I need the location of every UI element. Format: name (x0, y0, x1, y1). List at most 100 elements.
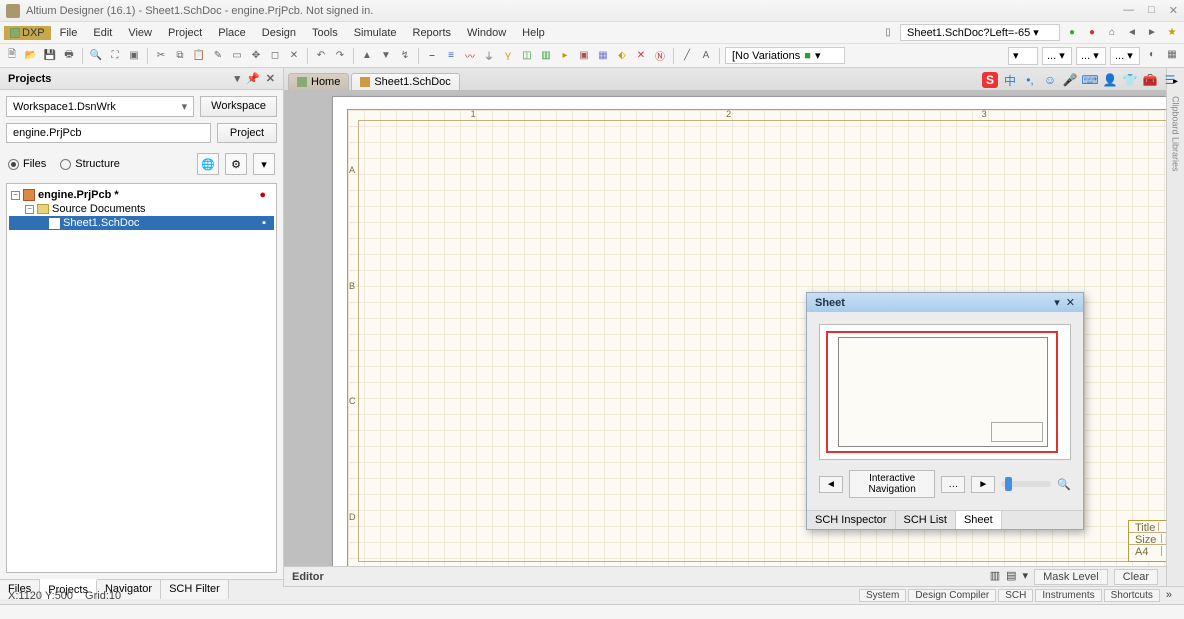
project-tree[interactable]: − engine.PrjPcb * ● − Source Documents S… (6, 183, 277, 573)
nav-options-button[interactable]: … (941, 476, 965, 493)
nav-stop-icon[interactable]: ● (1084, 25, 1100, 41)
nav-refresh-icon[interactable]: ● (1064, 25, 1080, 41)
nav-fwd-icon[interactable]: ► (1144, 25, 1160, 41)
tab-sheet1[interactable]: Sheet1.SchDoc (351, 73, 459, 90)
ime-keyboard-icon[interactable]: ⌨ (1082, 72, 1098, 88)
deselect-icon[interactable]: ◻ (267, 48, 283, 64)
cross-probe-icon[interactable]: ↯ (397, 48, 413, 64)
minimize-button[interactable]: — (1123, 4, 1134, 17)
hierarchy-up-icon[interactable]: ▲ (359, 48, 375, 64)
workspace-combo[interactable]: Workspace1.DsnWrk▾ (6, 96, 194, 117)
ime-settings-icon[interactable]: ☰ (1162, 72, 1178, 88)
move-icon[interactable]: ✥ (248, 48, 264, 64)
draw-text-icon[interactable]: A (698, 48, 714, 64)
place-noerc-icon[interactable]: ✕ (633, 48, 649, 64)
menu-place[interactable]: Place (211, 25, 253, 41)
cut-icon[interactable]: ✂ (153, 48, 169, 64)
float-dropdown-icon[interactable]: ▾ (1054, 296, 1060, 309)
interactive-nav-button[interactable]: Interactive Navigation (849, 470, 935, 498)
ime-logo-icon[interactable]: S (982, 72, 998, 88)
ime-toolbar[interactable]: S 中 •, ☺ 🎤 ⌨ 👤 👕 🧰 ☰ (982, 72, 1178, 88)
status-sch[interactable]: SCH (998, 589, 1033, 602)
status-system[interactable]: System (859, 589, 906, 602)
menu-help[interactable]: Help (515, 25, 552, 41)
place-port-icon[interactable]: ⬖ (614, 48, 630, 64)
sheet-preview[interactable] (819, 324, 1071, 460)
filter-combo-4[interactable]: ... ▾ (1110, 47, 1140, 65)
zoom-slider[interactable] (1001, 481, 1051, 487)
place-power-icon[interactable]: Ｙ (500, 48, 516, 64)
split-h-icon[interactable]: ▥ (990, 569, 1000, 585)
ime-punct-icon[interactable]: •, (1022, 72, 1038, 88)
tab-sch-list[interactable]: SCH List (896, 511, 956, 529)
tab-sheet[interactable]: Sheet (956, 511, 1002, 529)
close-button[interactable]: ✕ (1169, 4, 1178, 17)
menu-window[interactable]: Window (460, 25, 513, 41)
ime-lang-icon[interactable]: 中 (1002, 72, 1018, 88)
project-button[interactable]: Project (217, 123, 277, 143)
open-icon[interactable]: 📂 (23, 48, 39, 64)
collapse-icon[interactable]: − (25, 205, 34, 214)
tab-home[interactable]: Home (288, 73, 349, 90)
copy-icon[interactable]: ⧉ (172, 48, 188, 64)
menu-edit[interactable]: Edit (86, 25, 119, 41)
place-netlabel-icon[interactable]: Ⓝ (652, 48, 668, 64)
ime-account-icon[interactable]: 👤 (1102, 72, 1118, 88)
menu-reports[interactable]: Reports (406, 25, 459, 41)
status-design-compiler[interactable]: Design Compiler (908, 589, 996, 602)
nav-next-button[interactable]: ► (971, 476, 995, 493)
nav-back-icon[interactable]: ◄ (1124, 25, 1140, 41)
tree-project-root[interactable]: − engine.PrjPcb * ● (9, 188, 274, 202)
menu-design[interactable]: Design (255, 25, 303, 41)
filter-combo-1[interactable]: ▾ (1008, 47, 1038, 65)
nav-home-icon[interactable]: ⌂ (1104, 25, 1120, 41)
tree-dropdown-icon[interactable]: ▾ (253, 153, 275, 175)
maximize-button[interactable]: □ (1148, 4, 1155, 17)
clear-icon[interactable]: ✕ (286, 48, 302, 64)
new-icon[interactable]: 🗎 (4, 48, 20, 64)
workspace-button[interactable]: Workspace (200, 96, 277, 117)
nav-prev-button[interactable]: ◄ (819, 476, 843, 493)
tab-sch-filter[interactable]: SCH Filter (161, 580, 229, 599)
variations-field[interactable]: [No Variations ■ ▾ (725, 47, 845, 64)
place-wire-icon[interactable]: ⎯ (424, 48, 440, 64)
sheet-panel-header[interactable]: Sheet ▾ ✕ (807, 293, 1083, 312)
mask-icon[interactable]: ◐ (1144, 47, 1160, 63)
menu-tools[interactable]: Tools (305, 25, 345, 41)
select-icon[interactable]: ▭ (229, 48, 245, 64)
place-device-icon[interactable]: ▣ (576, 48, 592, 64)
redo-icon[interactable]: ↷ (332, 48, 348, 64)
ime-emoji-icon[interactable]: ☺ (1042, 72, 1058, 88)
tab-sch-inspector[interactable]: SCH Inspector (807, 511, 896, 529)
ime-tools-icon[interactable]: 🧰 (1142, 72, 1158, 88)
structure-radio[interactable]: Structure (60, 158, 120, 170)
panel-pin-icon[interactable]: 📌 (246, 72, 260, 85)
place-bus-icon[interactable]: ≡ (443, 48, 459, 64)
tree-folder[interactable]: − Source Documents (9, 202, 274, 216)
ime-skin-icon[interactable]: 👕 (1122, 72, 1138, 88)
zoom-fit-icon[interactable]: ⛶ (107, 48, 123, 64)
save-icon[interactable]: 💾 (42, 48, 58, 64)
place-part-icon[interactable]: ◫ (519, 48, 535, 64)
rubber-icon[interactable]: ✎ (210, 48, 226, 64)
tree-options-icon[interactable]: ⚙ (225, 153, 247, 175)
panel-close-icon[interactable]: ✕ (266, 72, 275, 85)
grid-icon[interactable]: ▦ (1164, 47, 1180, 63)
clear-button[interactable]: Clear (1114, 569, 1158, 585)
mask-level-button[interactable]: Mask Level (1034, 569, 1108, 585)
dxp-menu[interactable]: DXP (4, 26, 51, 40)
zoom-area-icon[interactable]: 🔍 (88, 48, 104, 64)
draw-line-icon[interactable]: ╱ (679, 48, 695, 64)
canvas[interactable]: 1 2 3 4 A B C D A B C D Title Size (284, 90, 1166, 566)
hierarchy-down-icon[interactable]: ▼ (378, 48, 394, 64)
ime-voice-icon[interactable]: 🎤 (1062, 72, 1078, 88)
menu-file[interactable]: File (53, 25, 85, 41)
filter-combo-3[interactable]: ... ▾ (1076, 47, 1106, 65)
place-signal-icon[interactable]: 〰 (462, 48, 478, 64)
place-sheet-icon[interactable]: ▥ (538, 48, 554, 64)
zoom-sel-icon[interactable]: ▣ (126, 48, 142, 64)
print-icon[interactable]: 🖶 (61, 48, 77, 64)
undo-icon[interactable]: ↶ (313, 48, 329, 64)
panel-dropdown-icon[interactable]: ▾ (235, 72, 241, 85)
refresh-tree-icon[interactable]: 🌐 (197, 153, 219, 175)
